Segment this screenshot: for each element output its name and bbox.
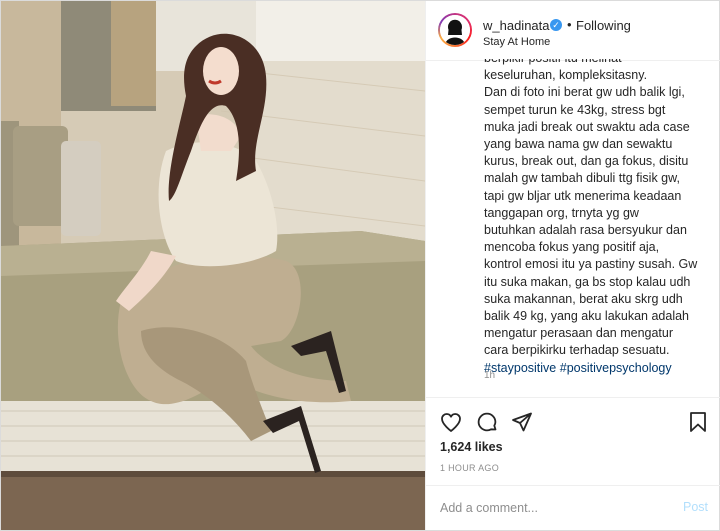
paper-plane-icon[interactable]	[510, 410, 534, 434]
avatar[interactable]	[438, 13, 472, 47]
bookmark-icon[interactable]	[686, 410, 710, 434]
verified-badge-icon: ✓	[550, 19, 562, 31]
separator-dot: •	[567, 17, 572, 32]
caption-timestamp: 1h	[484, 370, 496, 381]
post-sidebar: w_hadinata ✓ • Following Stay At Home be…	[425, 1, 720, 530]
user-silhouette-icon	[440, 15, 470, 45]
caption: berpikir positif itu melihat keseluruhan…	[484, 59, 714, 381]
following-button[interactable]: Following	[576, 18, 631, 33]
action-bar	[426, 397, 720, 442]
location-link[interactable]: Stay At Home	[483, 36, 550, 48]
post-timestamp: 1 HOUR AGO	[440, 463, 500, 473]
like-count[interactable]: 1,624 likes	[440, 440, 503, 454]
heart-icon[interactable]	[439, 410, 463, 434]
username-link[interactable]: w_hadinata	[483, 18, 550, 33]
post-header: w_hadinata ✓ • Following Stay At Home	[426, 1, 720, 61]
post-photo[interactable]	[1, 1, 425, 530]
photo-illustration	[1, 1, 425, 530]
post-comment-button[interactable]: Post	[683, 500, 708, 514]
hashtag-positivepsychology[interactable]: #positivepsychology	[560, 361, 672, 375]
hashtag-list: #staypositive #positivepsychology	[484, 360, 714, 377]
comment-bar: Post	[426, 485, 720, 530]
comment-icon[interactable]	[475, 410, 499, 434]
avatar-image	[440, 15, 470, 45]
comment-input[interactable]	[440, 497, 670, 519]
caption-text: berpikir positif itu melihat keseluruhan…	[484, 59, 698, 358]
